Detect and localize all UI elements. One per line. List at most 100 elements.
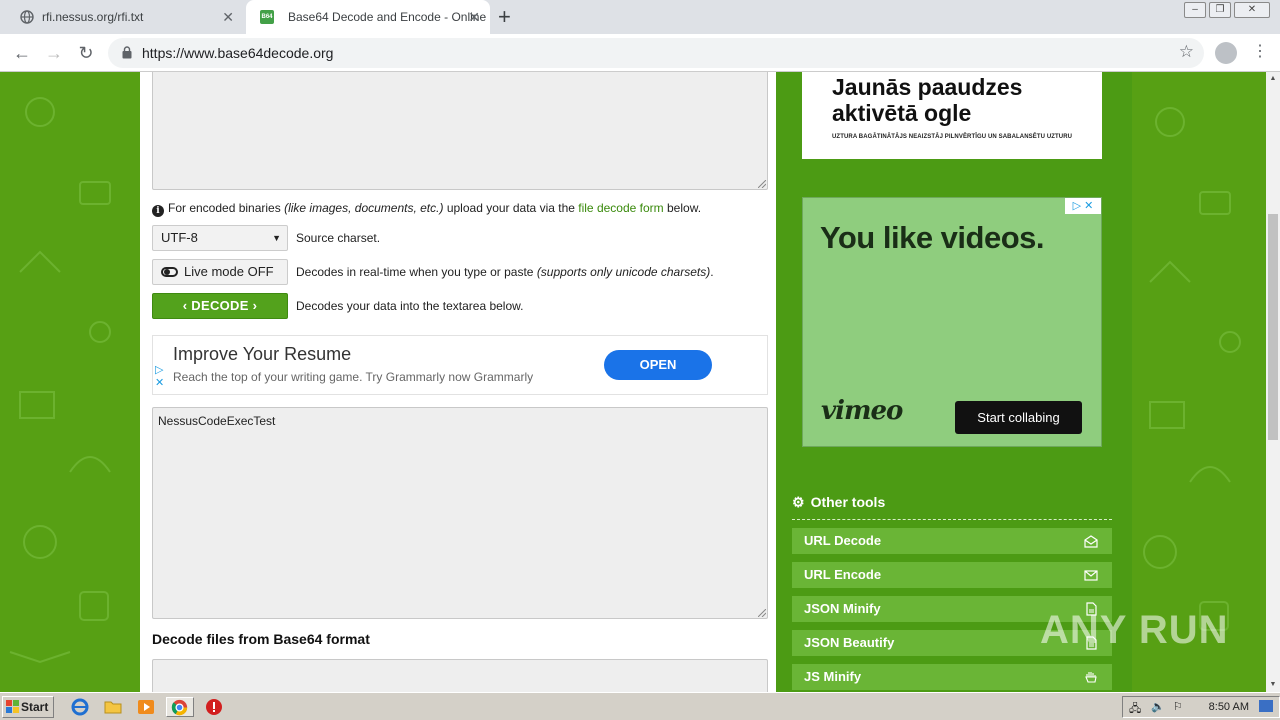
forward-arrow-icon[interactable]: → — [42, 41, 66, 65]
tab-rfi[interactable]: rfi.nessus.org/rfi.txt ✕ — [0, 0, 244, 34]
decode-row: ‹ DECODE › Decodes your data into the te… — [152, 293, 768, 319]
hand-icon — [1085, 672, 1097, 683]
tab-title: rfi.nessus.org/rfi.txt — [42, 10, 144, 24]
start-label: Start — [21, 700, 49, 714]
decoded-output-text: NessusCodeExecTest — [158, 414, 276, 428]
chrome-icon — [171, 699, 188, 716]
page-scrollbar[interactable]: ▲ ▼ — [1266, 72, 1280, 692]
gear-icon: ⚙ — [792, 494, 805, 510]
resize-grip-icon[interactable] — [758, 180, 766, 188]
sidebar: Jaunās paaudzes aktivētā ogle UZTURA BAGĀ… — [776, 72, 1132, 692]
network-icon[interactable]: 🖧 — [1129, 700, 1141, 719]
vimeo-logo: vimeo — [821, 396, 903, 426]
file-upload-area[interactable] — [152, 659, 768, 692]
browser-tab-strip: rfi.nessus.org/rfi.txt ✕ B64 Base64 Deco… — [0, 0, 1280, 34]
reload-icon[interactable]: ↻ — [74, 41, 98, 65]
live-mode-row: Live mode OFF Decodes in real-time when … — [152, 259, 768, 285]
back-arrow-icon[interactable]: ← — [10, 41, 34, 65]
live-mode-description: Decodes in real-time when you type or pa… — [296, 259, 714, 285]
tool-label: JSON Beautify — [804, 635, 895, 650]
toggle-off-icon — [161, 267, 178, 277]
grammarly-ad[interactable]: ▷ ✕ Improve Your Resume Reach the top of … — [152, 335, 768, 395]
chrome-taskbar-button[interactable] — [166, 697, 194, 717]
taskbar-clock: 8:50 AM — [1208, 701, 1249, 713]
info-text: below. — [667, 201, 702, 215]
tool-url-encode[interactable]: URL Encode — [792, 562, 1112, 588]
file-decode-form-link[interactable]: file decode form — [578, 201, 663, 215]
scroll-down-arrow-icon[interactable]: ▼ — [1266, 678, 1280, 692]
anyrun-watermark: ANY RUN — [1040, 608, 1229, 652]
tool-url-decode[interactable]: URL Decode — [792, 528, 1112, 554]
window-close-icon[interactable]: ✕ — [1234, 2, 1270, 18]
info-text: upload your data via the — [446, 201, 575, 215]
live-mode-label: Live mode OFF — [184, 264, 274, 279]
tool-label: URL Decode — [804, 533, 882, 548]
binary-info-line: i For encoded binaries (like images, docu… — [152, 200, 701, 217]
live-desc-italic: (supports only unicode charsets) — [536, 265, 711, 279]
ad-cta-button[interactable]: Start collabing — [955, 401, 1082, 434]
folder-icon[interactable] — [103, 697, 123, 717]
ad-choices-icon[interactable]: ▷ ✕ — [1065, 198, 1101, 214]
restore-icon[interactable]: ❐ — [1209, 2, 1231, 18]
live-mode-toggle[interactable]: Live mode OFF — [152, 259, 288, 285]
ad-subtitle: Reach the top of your writing game. Try … — [173, 370, 534, 384]
ad-choices-icon[interactable]: ▷ ✕ — [155, 364, 164, 390]
charcoal-ad[interactable]: Jaunās paaudzes aktivētā ogle UZTURA BAGĀ… — [802, 72, 1102, 159]
live-desc-suffix: . — [710, 265, 714, 279]
media-player-icon[interactable] — [136, 697, 156, 717]
stop-sign-icon[interactable] — [204, 697, 224, 717]
ad-open-button[interactable]: OPEN — [604, 350, 712, 380]
info-text-italic: (like images, documents, etc.) — [284, 201, 444, 215]
tool-label: JSON Minify — [804, 601, 881, 616]
show-desktop-icon[interactable] — [1259, 700, 1273, 712]
ad-disclaimer: UZTURA BAGĀTINĀTĀJS NEAIZSTĀJ PILNVĒRTĪG… — [832, 134, 1073, 140]
envelope-open-icon — [1084, 535, 1098, 548]
live-desc-text: Decodes in real-time when you type or pa… — [296, 265, 534, 279]
new-tab-plus-icon[interactable]: + — [498, 4, 511, 30]
decode-button[interactable]: ‹ DECODE › — [152, 293, 288, 319]
decode-description: Decodes your data into the textarea belo… — [296, 299, 524, 313]
charset-description: Source charset. — [296, 231, 381, 245]
tool-label: JS Minify — [804, 669, 862, 684]
decode-label: DECODE — [191, 298, 249, 313]
close-icon[interactable]: ✕ — [468, 0, 480, 34]
info-icon: i — [152, 205, 164, 217]
globe-icon — [20, 10, 34, 24]
minimize-icon[interactable]: ‒ — [1184, 2, 1206, 18]
charset-select[interactable]: UTF-8 ▼ — [152, 225, 288, 251]
tab-title: Base64 Decode and Encode - Online — [288, 10, 487, 24]
ad-title: Improve Your Resume — [173, 344, 352, 364]
b64-favicon-icon: B64 — [260, 10, 274, 24]
browser-toolbar: ← → ↻ https://www.base64decode.org ☆ ⋮ — [0, 34, 1280, 72]
other-tools-heading: ⚙ Other tools — [792, 492, 1112, 520]
ad-headline-line2: aktivētā ogle — [832, 100, 972, 126]
resize-grip-icon[interactable] — [758, 609, 766, 617]
close-icon[interactable]: ✕ — [222, 0, 234, 34]
windows-taskbar: Start 🖧 🔈 ⚐ 8:50 AM — [0, 692, 1280, 720]
volume-icon[interactable]: 🔈 — [1151, 700, 1165, 713]
encoded-input-textarea[interactable] — [152, 72, 768, 190]
tab-base64[interactable]: B64 Base64 Decode and Encode - Online ✕ — [246, 0, 490, 34]
info-text: For encoded binaries — [168, 201, 281, 215]
profile-avatar-icon[interactable] — [1215, 42, 1237, 64]
tool-js-minify[interactable]: JS Minify — [792, 664, 1112, 690]
web-page: i For encoded binaries (like images, docu… — [0, 72, 1266, 692]
decode-files-heading: Decode files from Base64 format — [152, 631, 370, 647]
chevron-left-icon: ‹ — [182, 298, 188, 313]
system-tray: 🖧 🔈 ⚐ 8:50 AM — [1122, 696, 1280, 718]
decoded-output-textarea[interactable]: NessusCodeExecTest — [152, 407, 768, 619]
charset-value: UTF-8 — [161, 230, 198, 245]
charset-row: UTF-8 ▼ Source charset. — [152, 225, 768, 251]
vimeo-ad[interactable]: ▷ ✕ You like videos. vimeo Start collabi… — [802, 197, 1102, 447]
address-bar[interactable]: https://www.base64decode.org ☆ — [108, 38, 1204, 68]
internet-explorer-icon[interactable] — [70, 697, 90, 717]
kebab-menu-icon[interactable]: ⋮ — [1252, 41, 1268, 61]
ad-headline-line1: Jaunās paaudzes — [832, 74, 1023, 100]
lock-icon — [122, 46, 132, 59]
tool-label: URL Encode — [804, 567, 882, 582]
scroll-up-arrow-icon[interactable]: ▲ — [1266, 72, 1280, 86]
flag-icon[interactable]: ⚐ — [1173, 700, 1183, 713]
start-button[interactable]: Start — [2, 696, 54, 718]
scroll-thumb[interactable] — [1268, 214, 1278, 440]
bookmark-star-icon[interactable]: ☆ — [1179, 42, 1194, 62]
